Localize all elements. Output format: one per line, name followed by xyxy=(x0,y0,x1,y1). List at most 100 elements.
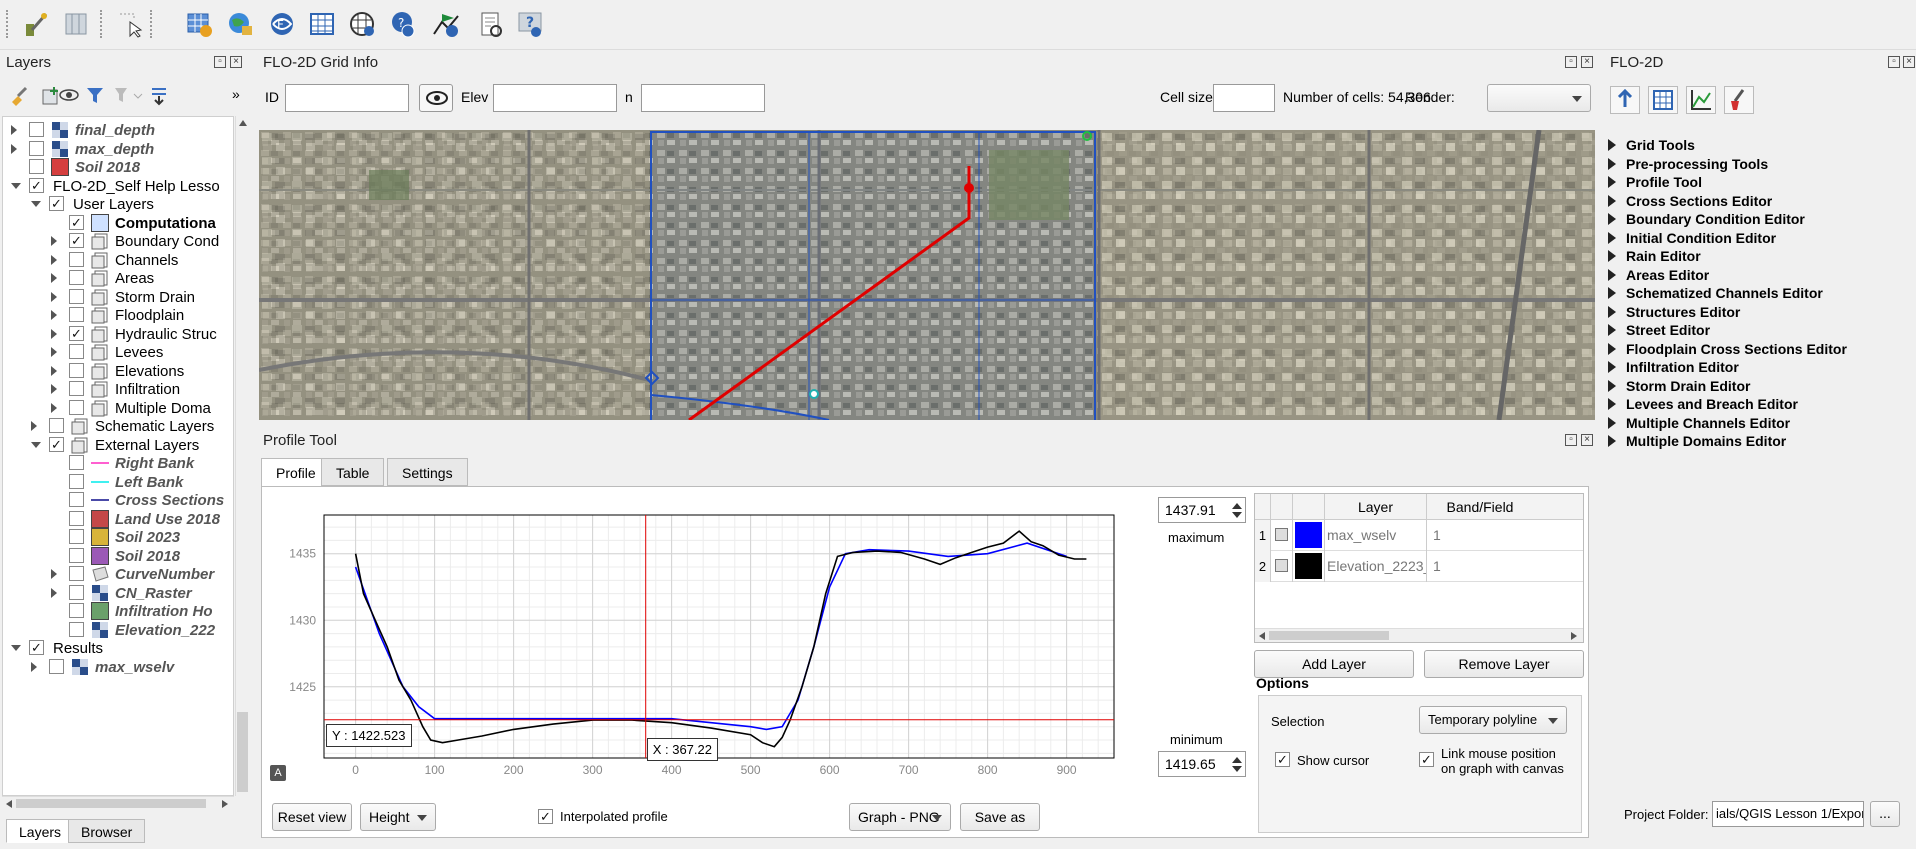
layer-visibility-checkbox[interactable] xyxy=(69,399,84,415)
scroll-thumb[interactable] xyxy=(1269,631,1389,640)
layer-tree-item[interactable]: max_wselv xyxy=(3,656,233,678)
flo2d-tool-item[interactable]: Floodplain Cross Sections Editor xyxy=(1608,341,1847,357)
layer-visibility-checkbox[interactable] xyxy=(69,510,84,526)
spin-down-icon[interactable] xyxy=(1232,766,1242,772)
layer-visibility-checkbox[interactable]: ✓ xyxy=(69,325,84,341)
header-band-field[interactable]: Band/Field xyxy=(1427,494,1533,520)
row-color-cell[interactable] xyxy=(1293,551,1325,582)
flo2d-tool-item[interactable]: Multiple Channels Editor xyxy=(1607,415,1790,431)
layer-visibility-checkbox[interactable] xyxy=(69,547,84,563)
more-tools-icon[interactable]: » xyxy=(232,86,240,102)
layer-visibility-checkbox[interactable]: ✓ xyxy=(69,233,84,248)
flo2d-tool-item[interactable]: Storm Drain Editor xyxy=(1607,378,1750,394)
chevron-right-icon[interactable] xyxy=(51,254,57,265)
map-canvas[interactable] xyxy=(259,130,1595,420)
network-icon[interactable] xyxy=(346,8,378,40)
visibility-eye-icon[interactable] xyxy=(58,84,80,106)
reset-view-button[interactable]: Reset view xyxy=(272,803,352,831)
layer-visibility-checkbox[interactable] xyxy=(69,362,84,378)
flo2d-tool-item[interactable]: Levees and Breach Editor xyxy=(1608,396,1798,412)
spin-up-icon[interactable] xyxy=(1232,757,1242,763)
layer-visibility-checkbox[interactable] xyxy=(69,288,84,304)
flo2d-tool-item[interactable]: Infiltration Editor xyxy=(1608,359,1739,375)
row-color-swatch[interactable] xyxy=(1295,522,1322,548)
layer-visibility-checkbox[interactable] xyxy=(69,381,84,396)
layer-visibility-checkbox[interactable]: ✓ xyxy=(29,177,44,193)
run-simulation-icon[interactable]: F xyxy=(266,8,298,40)
layer-visibility-checkbox[interactable] xyxy=(69,566,84,581)
close-panel-icon[interactable]: × xyxy=(1581,56,1593,68)
chevron-right-icon[interactable] xyxy=(31,421,37,431)
spin-down-icon[interactable] xyxy=(1232,512,1242,518)
plot-button[interactable] xyxy=(1686,86,1716,114)
style-brush-icon[interactable] xyxy=(8,84,30,106)
expand-all-icon[interactable] xyxy=(148,84,170,106)
float-panel-icon[interactable]: ▫ xyxy=(1565,434,1577,446)
settings-wand-icon[interactable] xyxy=(20,8,52,40)
filter-legend-icon[interactable] xyxy=(112,84,144,106)
chevron-right-icon[interactable] xyxy=(51,236,57,246)
grid-editor-icon[interactable] xyxy=(60,8,92,40)
chevron-down-icon[interactable] xyxy=(11,182,21,189)
layer-visibility-checkbox[interactable]: ✓ xyxy=(29,640,44,655)
link-mouse-checkbox[interactable]: ✓ xyxy=(1419,752,1434,767)
toolbar-grip[interactable] xyxy=(150,10,153,38)
render-select[interactable] xyxy=(1487,84,1591,112)
layer-visibility-checkbox[interactable] xyxy=(69,492,84,507)
layer-tree-vertical-scrollbar[interactable] xyxy=(235,116,249,796)
layer-visibility-checkbox[interactable] xyxy=(29,122,44,137)
chevron-right-icon[interactable] xyxy=(51,569,57,579)
chevron-right-icon[interactable] xyxy=(51,291,57,302)
tab-browser[interactable]: Browser xyxy=(68,819,146,843)
save-as-button[interactable]: Save as xyxy=(960,803,1040,831)
row-color-swatch[interactable] xyxy=(1295,553,1322,579)
layer-visibility-checkbox[interactable] xyxy=(29,140,44,156)
chevron-right-icon[interactable] xyxy=(51,310,57,320)
add-layer-button[interactable]: Add Layer xyxy=(1254,650,1414,678)
flo2d-tool-item[interactable]: Cross Sections Editor xyxy=(1607,193,1772,209)
float-panel-icon[interactable]: ▫ xyxy=(1565,56,1577,68)
table-horizontal-scrollbar[interactable] xyxy=(1255,628,1583,642)
profile-flag-icon[interactable] xyxy=(430,8,462,40)
close-panel-icon[interactable]: × xyxy=(230,56,242,68)
autoscale-icon[interactable]: A xyxy=(270,765,286,781)
layer-visibility-checkbox[interactable] xyxy=(69,473,84,489)
chevron-right-icon[interactable] xyxy=(51,384,57,394)
chevron-right-icon[interactable] xyxy=(51,402,57,413)
export-format-select[interactable]: Graph - PNG xyxy=(849,803,951,831)
chevron-right-icon[interactable] xyxy=(11,125,17,135)
chevron-right-icon[interactable] xyxy=(51,273,57,283)
chevron-right-icon[interactable] xyxy=(31,661,37,672)
chevron-down-icon[interactable] xyxy=(31,441,41,448)
id-input[interactable] xyxy=(285,84,409,112)
upload-button[interactable] xyxy=(1610,86,1640,114)
project-folder-input[interactable]: ials/QGIS Lesson 1/Export xyxy=(1712,801,1864,827)
scroll-right-icon[interactable] xyxy=(222,800,228,808)
clear-button[interactable] xyxy=(1724,86,1754,114)
tab-settings[interactable]: Settings xyxy=(387,458,468,486)
layer-visibility-checkbox[interactable] xyxy=(69,603,84,618)
flo2d-tool-item[interactable]: Areas Editor xyxy=(1607,267,1709,283)
query-help-icon[interactable]: ? xyxy=(514,8,546,40)
row-enable-checkbox[interactable] xyxy=(1275,528,1288,541)
cursor-select-icon[interactable] xyxy=(114,8,146,40)
scroll-thumb[interactable] xyxy=(16,799,206,808)
show-cursor-checkbox[interactable]: ✓ xyxy=(1275,752,1290,767)
layer-visibility-checkbox[interactable]: ✓ xyxy=(49,436,64,452)
table-editor-icon[interactable] xyxy=(306,8,338,40)
flo2d-tool-item[interactable]: Pre-processing Tools xyxy=(1607,156,1768,172)
scroll-thumb[interactable] xyxy=(237,712,248,792)
float-panel-icon[interactable]: ▫ xyxy=(214,56,226,68)
layer-visibility-checkbox[interactable] xyxy=(69,344,84,359)
grid-info-icon[interactable] xyxy=(184,8,216,40)
maximum-spinbox[interactable]: 1437.91 xyxy=(1158,497,1246,523)
close-panel-icon[interactable]: × xyxy=(1903,56,1915,68)
flo2d-tool-item[interactable]: Profile Tool xyxy=(1608,174,1702,190)
tab-layers[interactable]: Layers xyxy=(6,819,75,843)
flo2d-tool-item[interactable]: Rain Editor xyxy=(1608,248,1701,264)
layer-visibility-checkbox[interactable] xyxy=(69,270,84,285)
help-info-icon[interactable]: ? xyxy=(386,8,418,40)
layer-visibility-checkbox[interactable] xyxy=(69,251,84,267)
browse-folder-button[interactable]: ... xyxy=(1870,801,1900,827)
toolbar-grip[interactable] xyxy=(6,10,9,38)
